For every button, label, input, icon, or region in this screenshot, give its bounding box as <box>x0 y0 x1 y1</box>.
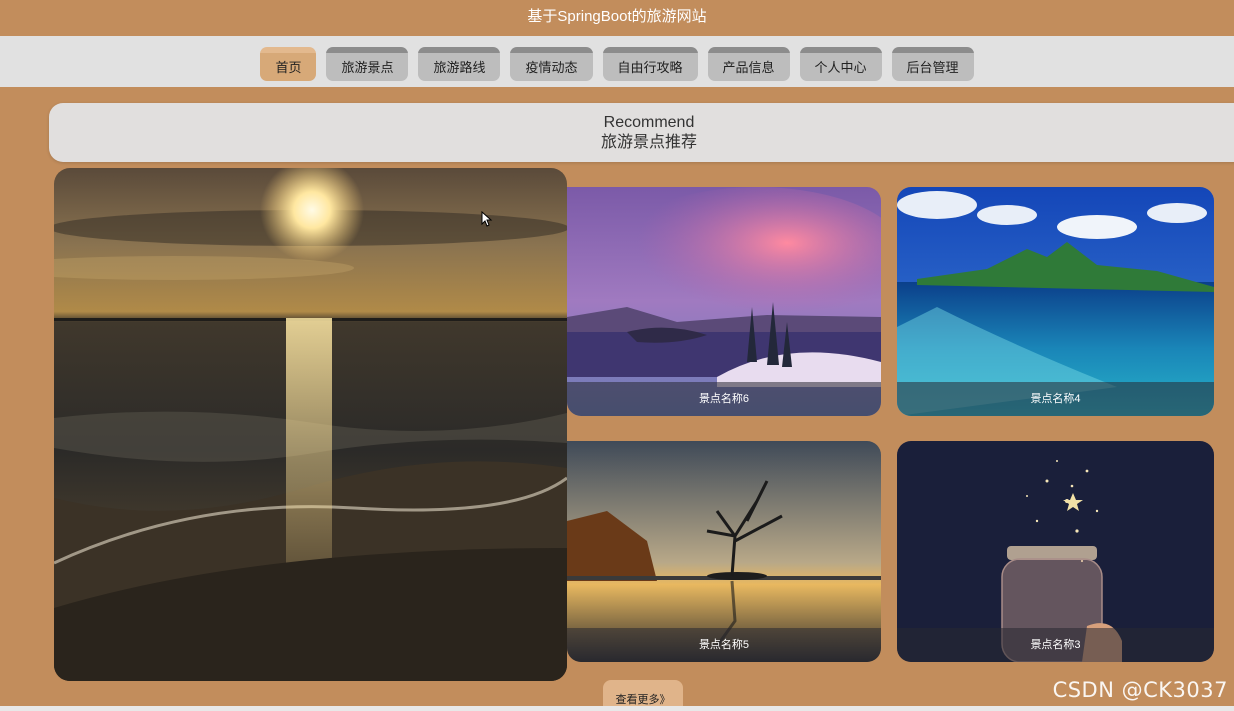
featured-attraction-card[interactable] <box>54 168 567 681</box>
nav-item-guides[interactable]: 自由行攻略 <box>602 46 698 81</box>
attraction-card-5[interactable]: 景点名称5 <box>567 441 881 662</box>
nav-item-attractions[interactable]: 旅游景点 <box>326 46 409 81</box>
attraction-name: 景点名称5 <box>567 628 881 662</box>
attraction-name: 景点名称6 <box>567 382 881 416</box>
recommend-header: Recommend 旅游景点推荐 <box>49 103 1234 162</box>
section-title-cn: 旅游景点推荐 <box>600 134 697 151</box>
nav-item-epidemic[interactable]: 疫情动态 <box>510 46 593 81</box>
nav-item-routes[interactable]: 旅游路线 <box>418 46 501 81</box>
attraction-name: 景点名称4 <box>897 382 1214 416</box>
sunset-beach-image <box>54 168 567 681</box>
main-nav: 首页 旅游景点 旅游路线 疫情动态 自由行攻略 产品信息 个人中心 后台管理 <box>0 36 1234 87</box>
csdn-watermark: CSDN @CK3037 <box>1052 678 1228 702</box>
section-title-en: Recommend <box>603 114 695 131</box>
attraction-card-4[interactable]: 景点名称4 <box>897 187 1214 416</box>
nav-item-home[interactable]: 首页 <box>260 46 317 81</box>
attraction-name: 景点名称3 <box>897 628 1214 662</box>
nav-item-profile[interactable]: 个人中心 <box>799 46 882 81</box>
mouse-cursor-icon <box>481 211 493 227</box>
footer-strip <box>0 706 1234 711</box>
nav-item-products[interactable]: 产品信息 <box>707 46 790 81</box>
attraction-card-3[interactable]: 景点名称3 <box>897 441 1214 662</box>
attraction-card-6[interactable]: 景点名称6 <box>567 187 881 416</box>
nav-item-admin[interactable]: 后台管理 <box>891 46 974 81</box>
site-title: 基于SpringBoot的旅游网站 <box>0 0 1234 36</box>
